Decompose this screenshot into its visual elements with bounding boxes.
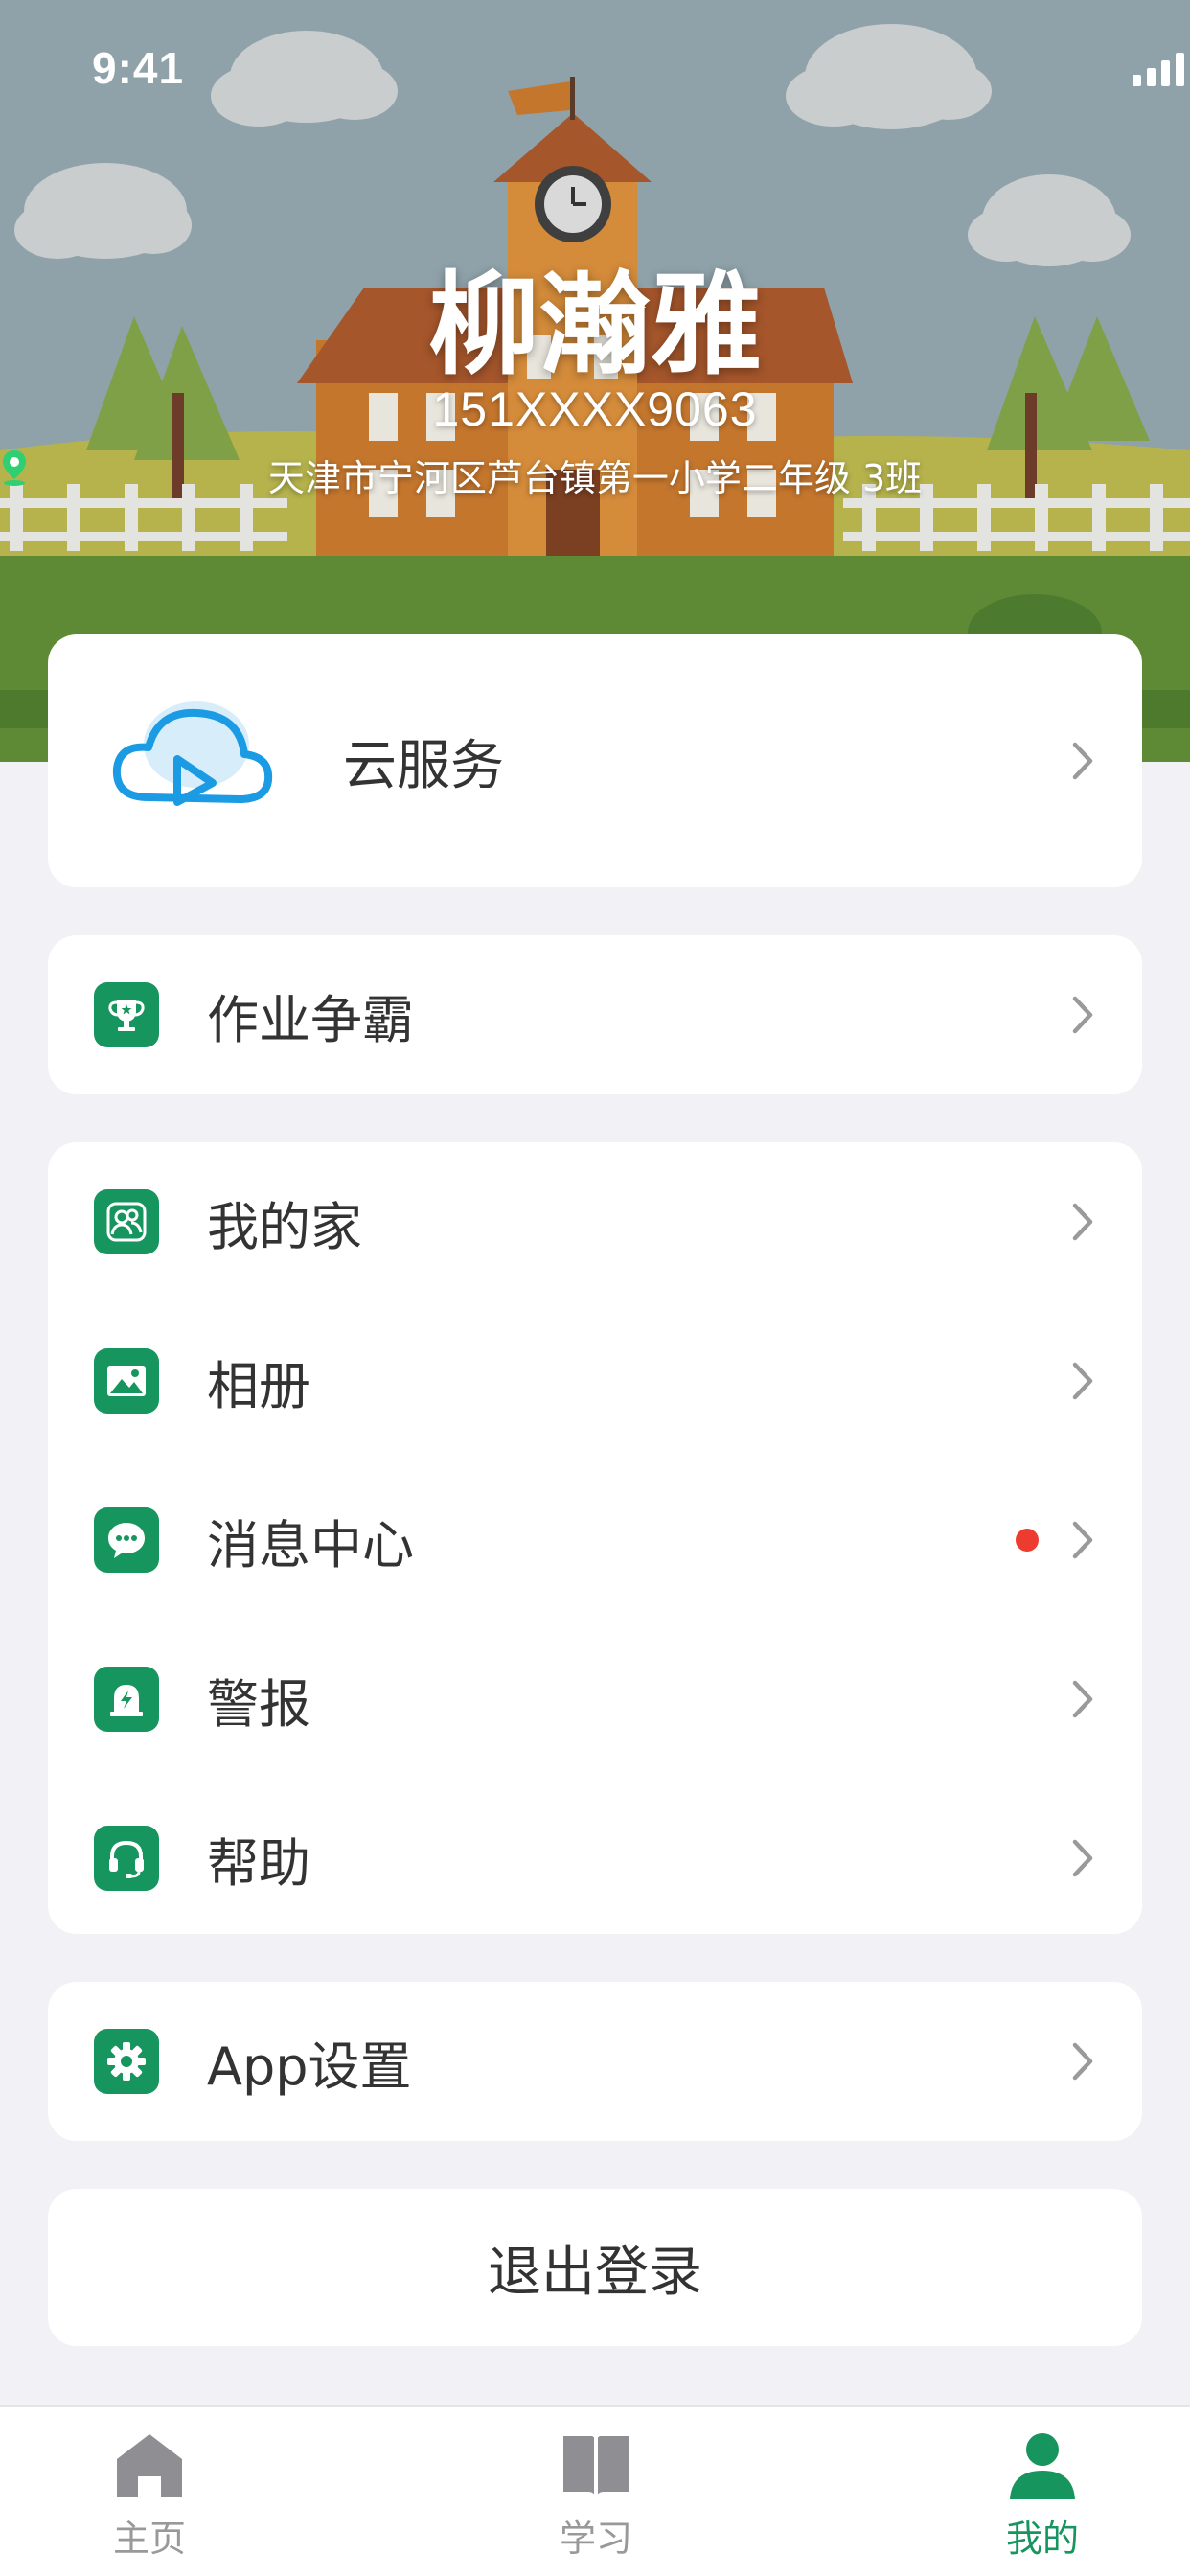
menu-item-label: 消息中心 — [207, 1514, 414, 1576]
school-label: 天津市宁河区芦台镇第一小学二年级 3班 — [267, 457, 923, 499]
menu-item-label: 相册 — [207, 1355, 310, 1416]
family-icon — [94, 1189, 159, 1254]
menu-item-help[interactable]: 帮助 — [48, 1779, 1142, 1938]
tab-study[interactable]: 学习 — [500, 2407, 692, 2576]
chevron-right-icon — [1072, 742, 1093, 780]
menu-item-label: 我的家 — [207, 1196, 362, 1257]
menu-item-family[interactable]: 我的家 — [48, 1142, 1142, 1301]
tab-home[interactable]: 主页 — [54, 2407, 245, 2576]
tab-label: 我的 — [1005, 2518, 1079, 2560]
cloud-service-card: 云服务 — [48, 634, 1142, 887]
profile-name: 柳瀚雅 — [428, 261, 762, 390]
settings-label: App设置 — [207, 2036, 412, 2097]
photo-icon — [94, 1348, 159, 1414]
trophy-icon — [94, 982, 159, 1047]
menu-item-album[interactable]: 相册 — [48, 1301, 1142, 1460]
menu-item-messages[interactable]: 消息中心 — [48, 1460, 1142, 1620]
person-icon — [1010, 2433, 1075, 2499]
chevron-right-icon — [1072, 996, 1093, 1034]
headset-icon — [94, 1826, 159, 1891]
tab-label: 学习 — [559, 2518, 632, 2560]
book-icon — [563, 2436, 629, 2497]
home-icon — [117, 2434, 182, 2497]
menu-item-app-settings[interactable]: App设置 — [48, 1982, 1142, 2141]
homework-card: 作业争霸 — [48, 935, 1142, 1094]
logout-label: 退出登录 — [488, 2241, 702, 2304]
settings-card: App设置 — [48, 1982, 1142, 2141]
menu-item-label: 帮助 — [207, 1832, 310, 1894]
menu-item-homework[interactable]: 作业争霸 — [48, 935, 1142, 1094]
cloud-play-icon — [112, 702, 273, 806]
chevron-right-icon — [1072, 2042, 1093, 2081]
message-icon — [94, 1507, 159, 1573]
tab-label: 主页 — [112, 2518, 186, 2560]
chevron-right-icon — [1072, 1521, 1093, 1559]
unread-badge — [1016, 1529, 1039, 1552]
chevron-right-icon — [1072, 1680, 1093, 1718]
chevron-right-icon — [1072, 1362, 1093, 1400]
menu-group-card: 我的家 相册 消息中心 警报 帮助 — [48, 1142, 1142, 1934]
cloud-service-label: 云服务 — [343, 734, 504, 797]
cellular-signal-icon — [1133, 53, 1184, 86]
alarm-icon — [94, 1667, 159, 1732]
tab-bar: 主页 学习 我的 — [0, 2405, 1190, 2576]
tab-mine[interactable]: 我的 — [947, 2407, 1138, 2576]
homework-label: 作业争霸 — [207, 989, 414, 1050]
menu-item-label: 警报 — [207, 1673, 310, 1735]
chevron-right-icon — [1072, 1839, 1093, 1877]
status-time: 9:41 — [92, 43, 185, 93]
chevron-right-icon — [1072, 1203, 1093, 1241]
cloud-service-row[interactable]: 云服务 — [48, 634, 1142, 887]
gear-icon — [94, 2029, 159, 2094]
logout-button[interactable]: 退出登录 — [48, 2189, 1142, 2346]
menu-item-alarm[interactable]: 警报 — [48, 1620, 1142, 1779]
location-pin-icon — [3, 450, 26, 486]
profile-phone: 151XXXX9063 — [432, 382, 758, 436]
status-bar: 9:41 — [0, 0, 1190, 134]
profile-school: 天津市宁河区芦台镇第一小学二年级 3班 — [0, 448, 1190, 501]
